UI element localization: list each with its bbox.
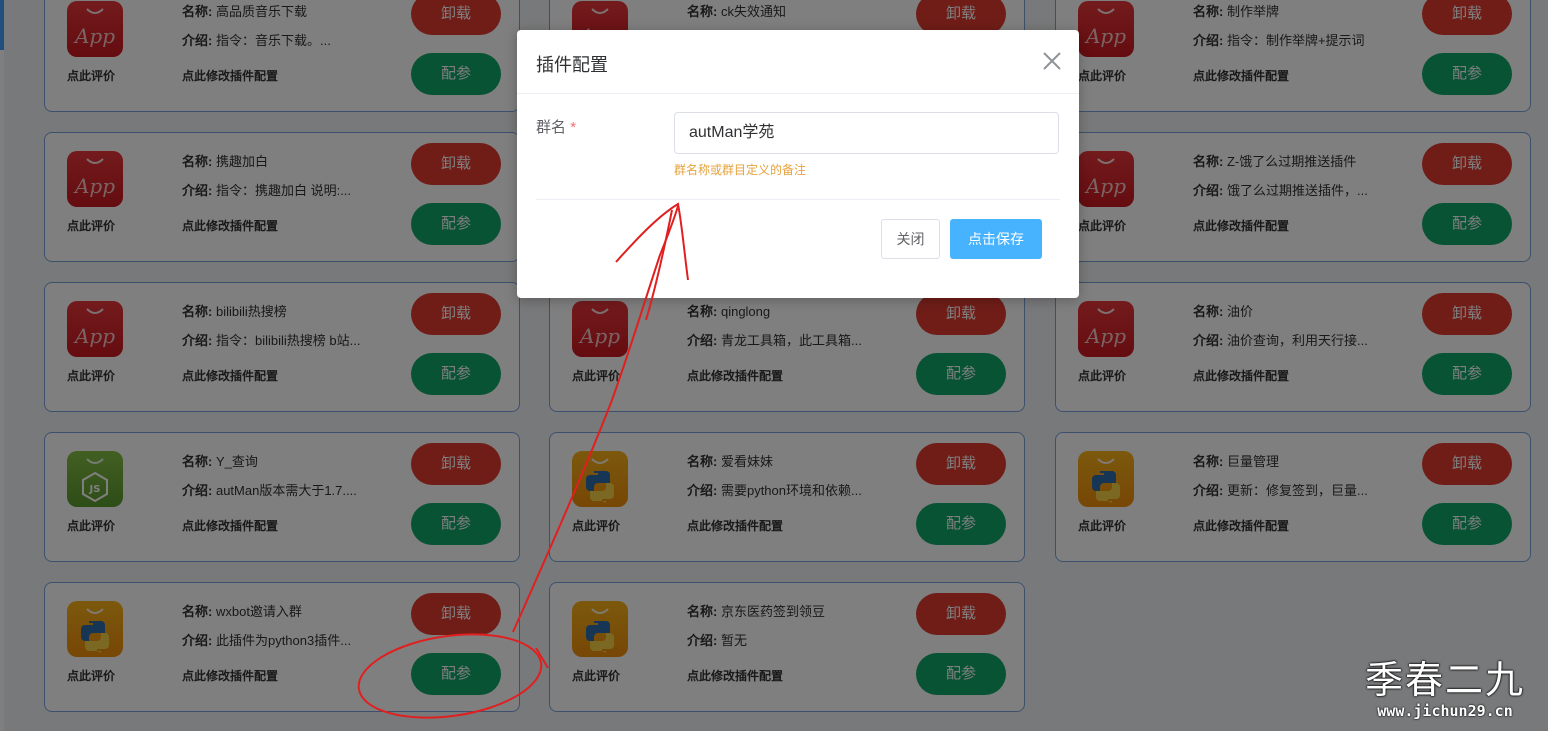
save-button[interactable]: 点击保存	[950, 219, 1042, 259]
dialog-header-divider	[517, 93, 1079, 94]
dialog-title: 插件配置	[536, 55, 608, 75]
site-watermark: 季春二九 www.jichun29.cn	[1365, 660, 1525, 720]
group-name-label: 群名 *	[536, 119, 577, 136]
group-name-hint: 群名称或群目定义的备注	[674, 163, 807, 177]
group-name-input[interactable]: autMan学苑	[674, 112, 1059, 154]
watermark-url: www.jichun29.cn	[1377, 702, 1513, 720]
watermark-title: 季春二九	[1365, 660, 1526, 702]
plugin-config-dialog: 插件配置 群名 * autMan学苑 群名称或群目定义的备注 关闭 点击保存	[517, 30, 1079, 298]
close-button[interactable]: 关闭	[881, 219, 940, 259]
close-icon[interactable]	[1041, 50, 1063, 72]
required-mark: *	[570, 119, 577, 136]
dialog-footer-divider	[536, 199, 1060, 200]
